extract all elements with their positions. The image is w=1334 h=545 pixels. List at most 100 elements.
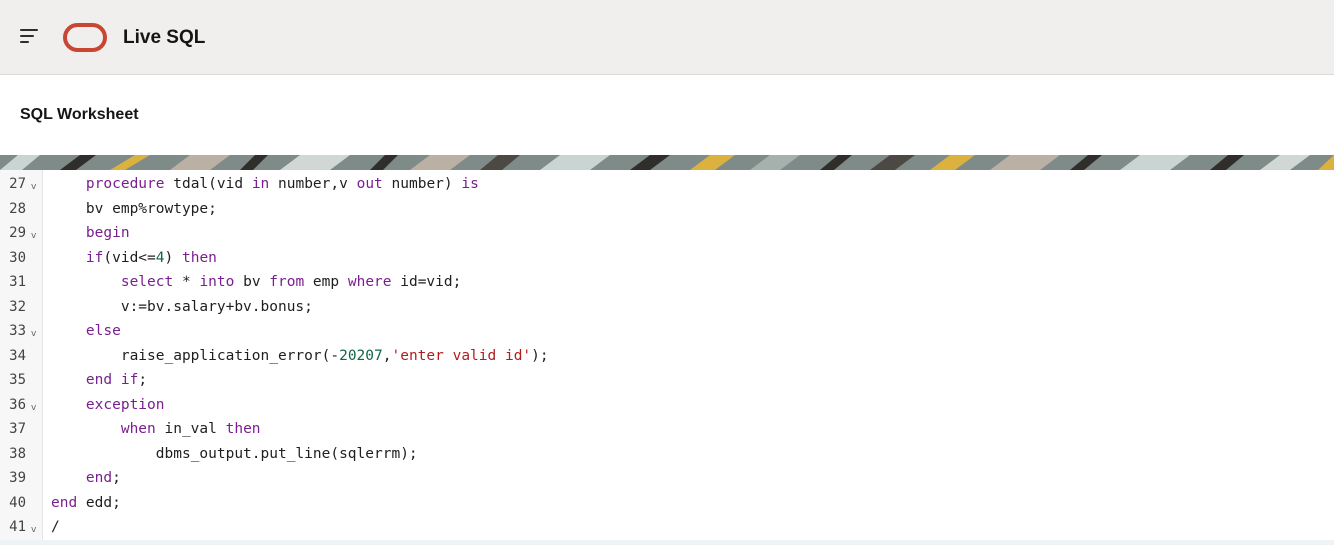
text-token: edd; <box>77 494 121 511</box>
page-header: SQL Worksheet <box>0 75 1334 155</box>
code-text: bv emp%rowtype; <box>51 197 217 222</box>
keyword-token: select <box>120 274 174 290</box>
text-token: ); <box>531 347 549 364</box>
keyword-token: then <box>181 249 217 266</box>
line-number: 40 <box>9 494 26 511</box>
sql-code-editor[interactable]: 27 v procedure tdal(vid in number,v out n… <box>0 170 1334 540</box>
text-token: ) <box>164 249 182 266</box>
text-token: * <box>173 274 200 290</box>
code-line[interactable]: 36 v exception <box>0 393 1334 418</box>
hamburger-menu-icon[interactable] <box>20 29 42 45</box>
line-number: 37 <box>9 421 26 437</box>
code-line[interactable]: 29 v begin <box>0 221 1334 246</box>
keyword-token: exception <box>85 396 165 413</box>
text-token: ; <box>138 372 148 388</box>
text-token: emp <box>304 274 348 290</box>
line-number: 31 <box>9 274 26 290</box>
keyword-token: into <box>199 274 235 290</box>
banner-pattern-icon <box>0 155 1334 170</box>
line-number: 35 <box>9 372 26 388</box>
keyword-token: procedure <box>85 176 165 192</box>
code-text: / <box>51 515 60 540</box>
code-line[interactable]: 35 end if; <box>0 368 1334 393</box>
text-token: v:=bv.salary+bv.bonus; <box>51 298 313 315</box>
code-text: raise_application_error(-20207,'enter va… <box>51 344 549 369</box>
code-text: v:=bv.salary+bv.bonus; <box>51 295 313 320</box>
text-token: id=vid; <box>391 274 462 290</box>
keyword-token: where <box>347 274 392 290</box>
keyword-token: end if <box>85 372 139 388</box>
number-token: 4 <box>155 249 165 266</box>
line-number: 41 <box>9 519 26 535</box>
text-token: raise_application_error(- <box>51 347 340 364</box>
code-line[interactable]: 27 v procedure tdal(vid in number,v out n… <box>0 172 1334 197</box>
code-text: end edd; <box>51 491 121 516</box>
line-number: 32 <box>9 298 26 315</box>
keyword-token: out <box>356 176 383 192</box>
code-text: exception <box>51 393 165 418</box>
text-token: number) <box>382 176 462 192</box>
line-number: 38 <box>9 445 26 462</box>
oracle-logo-icon[interactable] <box>63 23 107 52</box>
code-text: end if; <box>51 368 147 393</box>
code-line[interactable]: 39 end; <box>0 466 1334 491</box>
keyword-token: when <box>120 421 156 437</box>
keyword-token: end <box>51 494 78 511</box>
line-number: 28 <box>9 200 26 217</box>
code-line[interactable]: 33 v else <box>0 319 1334 344</box>
keyword-token: begin <box>85 225 130 241</box>
text-token: in_val <box>155 421 226 437</box>
fold-chevron-icon[interactable]: v <box>31 518 36 540</box>
text-token: bv <box>234 274 270 290</box>
code-line[interactable]: 37 when in_val then <box>0 417 1334 442</box>
code-text: else <box>51 319 121 344</box>
keyword-token: then <box>225 421 261 437</box>
page-title: SQL Worksheet <box>20 106 139 123</box>
decorative-banner <box>0 155 1334 170</box>
code-line[interactable]: 28 bv emp%rowtype; <box>0 197 1334 222</box>
keyword-token: end <box>85 470 113 486</box>
text-token: bv emp%rowtype; <box>51 200 217 217</box>
code-text: dbms_output.put_line(sqlerrm); <box>51 442 418 467</box>
text-token: dbms_output.put_line(sqlerrm); <box>51 445 418 462</box>
code-line[interactable]: 41 v / <box>0 515 1334 540</box>
code-text: procedure tdal(vid in number,v out numbe… <box>51 172 479 197</box>
editor-bottom-border <box>0 540 1334 545</box>
keyword-token: in <box>251 176 270 192</box>
text-token: ; <box>112 470 121 486</box>
line-number: 39 <box>9 470 26 486</box>
line-number: 27 <box>9 176 26 192</box>
text-token: (vid<= <box>103 249 156 266</box>
code-line[interactable]: 38 dbms_output.put_line(sqlerrm); <box>0 442 1334 467</box>
string-token: 'enter valid id' <box>391 347 532 364</box>
text-token: tdal(vid <box>164 176 252 192</box>
code-line[interactable]: 40 end edd; <box>0 491 1334 516</box>
code-text: when in_val then <box>51 417 261 442</box>
code-text: if(vid<=4) then <box>51 246 217 271</box>
keyword-token: if <box>85 249 104 266</box>
keyword-token: from <box>269 274 305 290</box>
line-number: 34 <box>9 347 26 364</box>
number-token: 20207 <box>339 347 383 364</box>
line-number: 30 <box>9 249 26 266</box>
line-number: 33 <box>9 323 26 339</box>
keyword-token: is <box>461 176 479 192</box>
line-number: 36 <box>9 396 26 413</box>
line-number: 29 <box>9 225 26 241</box>
code-line[interactable]: 30 if(vid<=4) then <box>0 246 1334 271</box>
code-line[interactable]: 31 select * into bv from emp where id=vi… <box>0 270 1334 295</box>
code-line[interactable]: 34 raise_application_error(-20207,'enter… <box>0 344 1334 369</box>
code-line[interactable]: 32 v:=bv.salary+bv.bonus; <box>0 295 1334 320</box>
app-title: Live SQL <box>123 27 206 48</box>
text-token: number,v <box>269 176 357 192</box>
code-text: begin <box>51 221 130 246</box>
